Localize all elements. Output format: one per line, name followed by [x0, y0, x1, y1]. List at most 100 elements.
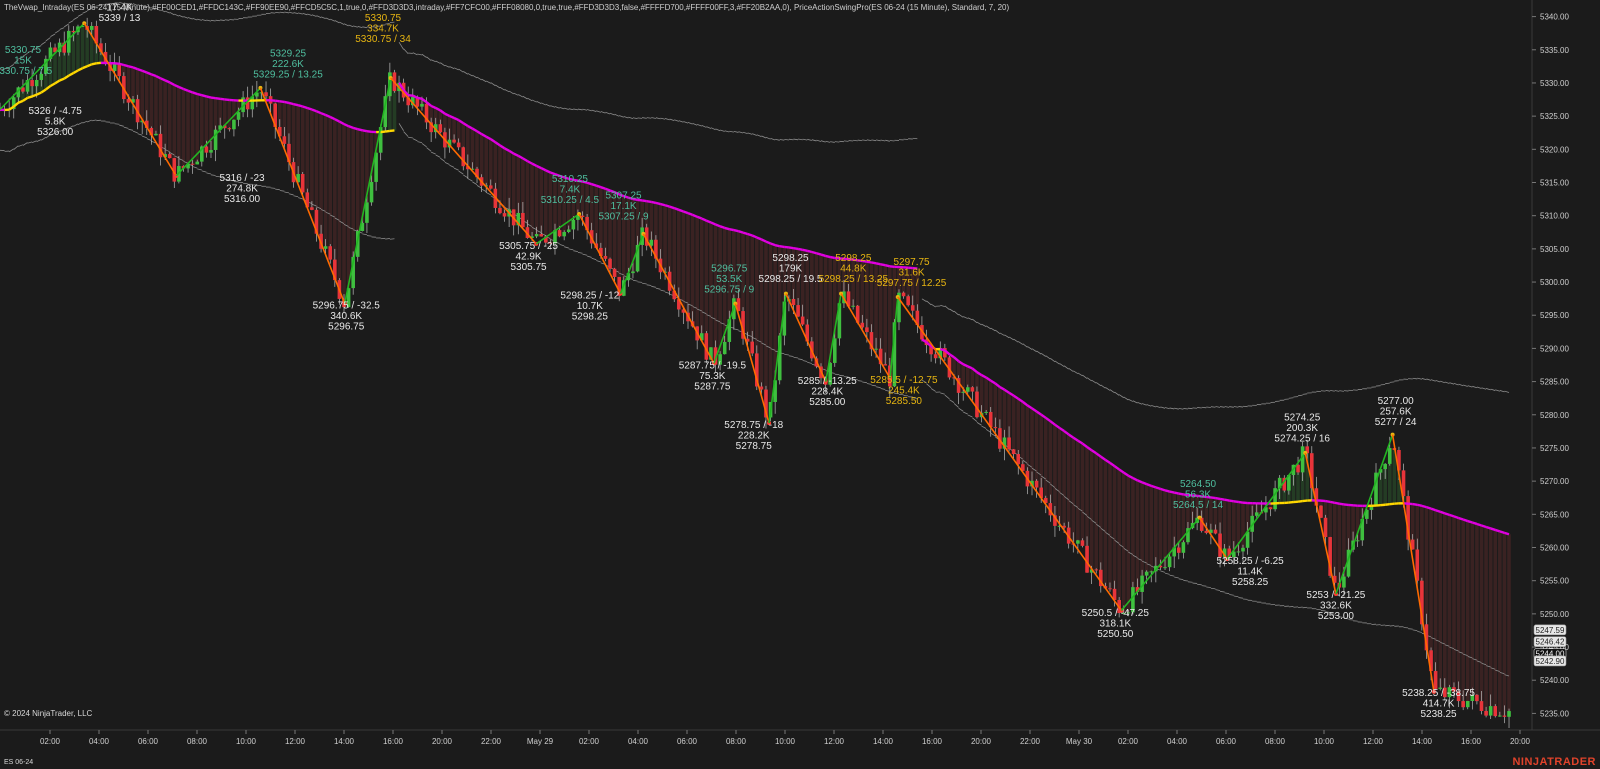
swing-label-line: 5298.25 / -12: [560, 291, 619, 302]
swing-label-line: 5278.75 / -18: [724, 420, 783, 431]
vwap-segment: [215, 97, 221, 100]
candle-down: [328, 246, 333, 260]
swing-label-line: 200.3K: [1286, 423, 1318, 434]
swing-label-line: 5264.50: [1180, 479, 1217, 490]
swing-label-line: 5330.75 / 7.5: [0, 66, 53, 77]
candle-down: [117, 63, 122, 77]
swing-label-line: 5285.50: [886, 396, 923, 407]
vwap-segment: [417, 96, 423, 101]
swing-label-line: 5274.25 / 16: [1274, 434, 1330, 445]
vwap-segment: [132, 66, 139, 71]
candle-down: [1493, 706, 1498, 717]
vwap-segment: [1141, 481, 1148, 486]
vwap-segment: [738, 230, 744, 234]
swing-label-line: 5250.5 / -47.25: [1082, 608, 1150, 619]
candle-up: [1387, 448, 1392, 464]
vwap-segment: [871, 261, 877, 265]
candle-down: [498, 207, 502, 214]
vwap-segment: [1297, 499, 1303, 503]
y-tick-label: 5275.00: [1540, 444, 1569, 453]
x-tick-label: 14:00: [1412, 737, 1433, 746]
candle-up: [67, 30, 71, 53]
candle-up: [369, 181, 374, 203]
swing-label-line: 5310.25: [552, 174, 589, 185]
candle-up: [1342, 576, 1346, 588]
band-segment: [1197, 583, 1202, 586]
swing-label-line: 5330.75: [5, 45, 42, 56]
swing-label-line: 5330.75: [365, 13, 402, 24]
candle-up: [1507, 711, 1511, 717]
candle-up: [89, 25, 94, 30]
x-tick-label: 22:00: [1020, 737, 1041, 746]
candle-down: [1094, 569, 1099, 571]
x-tick-label: 20:00: [1510, 737, 1531, 746]
candle-down: [975, 391, 979, 418]
candle-down: [800, 316, 805, 325]
candle-up: [112, 63, 117, 71]
candle-down: [970, 387, 975, 392]
vwap-segment: [1334, 501, 1340, 505]
y-tick-label: 5295.00: [1540, 311, 1569, 320]
vwap-segment: [206, 95, 212, 99]
candle-down: [883, 364, 888, 366]
candle-up: [365, 202, 369, 223]
vwap-segment: [362, 129, 368, 133]
candle-down: [1016, 454, 1021, 465]
candle-up: [534, 234, 539, 237]
vwap-segment: [1490, 527, 1496, 532]
vwap-segment: [1339, 502, 1345, 506]
swing-label-line: 5285.5 / -12.75: [870, 375, 938, 386]
x-tick-label: 02:00: [1118, 737, 1139, 746]
swing-label-line: 5310.25 / 4.5: [541, 195, 600, 206]
candle-up: [851, 305, 855, 307]
band-segment: [275, 11, 280, 14]
candle-up: [1144, 571, 1149, 576]
vwap-segment: [27, 95, 33, 100]
x-tick-label: 06:00: [677, 737, 698, 746]
vwap-segment: [1430, 507, 1437, 512]
candle-up: [1465, 701, 1470, 708]
candle-down: [910, 305, 915, 311]
candle-up: [154, 133, 158, 136]
candle-down: [539, 234, 544, 237]
vwap-segment: [1215, 496, 1221, 501]
vwap-segment: [673, 207, 680, 211]
y-tick-label: 5305.00: [1540, 245, 1569, 254]
candle-up: [566, 229, 571, 232]
swing-label-line: 340.6K: [330, 311, 362, 322]
x-tick-label: 12:00: [285, 737, 306, 746]
swing-label-line: 5296.75 / 9: [704, 284, 754, 295]
y-tick-label: 5315.00: [1540, 179, 1569, 188]
vwap-segment: [1426, 506, 1432, 510]
vwap-segment: [128, 65, 134, 69]
band-segment: [1183, 408, 1189, 410]
vwap-segment: [1453, 515, 1459, 520]
candle-up: [1163, 567, 1167, 569]
vwap-segment: [146, 71, 152, 76]
vwap-segment: [770, 242, 776, 247]
y-tick-label: 5280.00: [1540, 411, 1569, 420]
vwap-segment: [651, 200, 657, 205]
candle-up: [961, 391, 966, 393]
candle-down: [1484, 710, 1488, 716]
vwap-segment: [729, 227, 735, 232]
price-chart[interactable]: 5330.7515K5330.75 / 7.55339.0017.4K5339 …: [0, 0, 1600, 769]
candle-down: [1268, 507, 1273, 510]
candle-down: [1108, 588, 1112, 590]
vwap-segment: [1385, 503, 1390, 506]
vwap-segment: [595, 184, 602, 189]
vwap-segment: [1169, 490, 1175, 494]
vwap-segment: [591, 183, 597, 187]
vwap-segment: [811, 250, 817, 255]
vwap-segment: [352, 126, 359, 131]
vwap-segment: [284, 100, 290, 105]
band-segment: [1385, 382, 1390, 385]
swing-label-line: 5287.75 / -19.5: [679, 360, 747, 371]
vwap-segment: [696, 215, 703, 220]
vwap-segment: [1439, 510, 1446, 515]
candle-up: [874, 348, 878, 350]
candle-down: [452, 139, 456, 143]
candle-down: [993, 427, 998, 429]
vwap-segment: [297, 104, 304, 108]
candle-down: [190, 163, 195, 165]
